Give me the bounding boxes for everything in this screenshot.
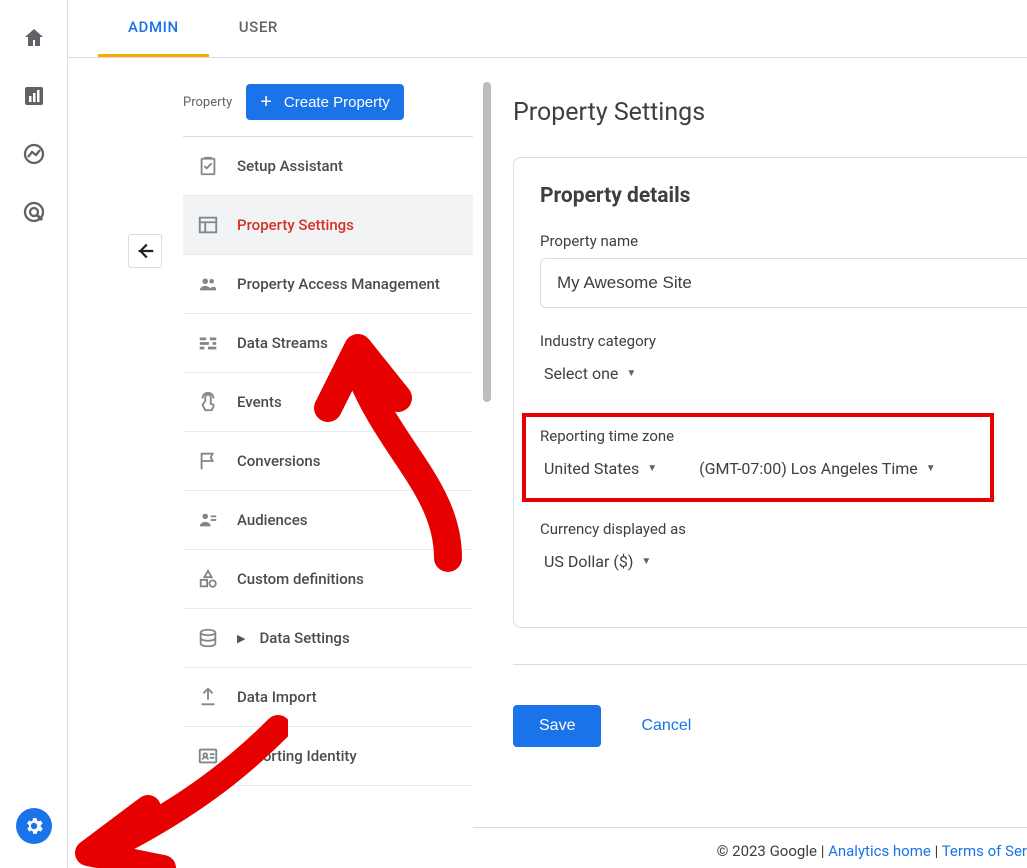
- create-property-label: Create Property: [284, 94, 390, 111]
- back-button[interactable]: [128, 234, 162, 268]
- save-button[interactable]: Save: [513, 705, 601, 747]
- sidebar-item-property-settings[interactable]: Property Settings: [183, 196, 473, 255]
- create-property-button[interactable]: + Create Property: [246, 84, 404, 120]
- chevron-right-icon: ▶: [237, 632, 245, 645]
- sidebar-item-label: Data Settings: [259, 629, 349, 647]
- explore-icon[interactable]: [22, 142, 46, 166]
- shapes-icon: [197, 568, 219, 590]
- id-card-icon: [197, 745, 219, 767]
- sidebar-item-label: Property Access Management: [237, 275, 440, 293]
- nav-rail: [0, 0, 68, 868]
- caret-down-icon: ▼: [926, 463, 936, 474]
- tab-user[interactable]: USER: [209, 0, 308, 57]
- footer-home-link[interactable]: Analytics home: [828, 842, 931, 860]
- sidebar-item-label: Custom definitions: [237, 570, 364, 588]
- footer-copyright: © 2023 Google: [717, 842, 817, 860]
- plus-icon: +: [260, 92, 272, 112]
- database-icon: [197, 627, 219, 649]
- audiences-icon: [197, 509, 219, 531]
- layout-icon: [197, 214, 219, 236]
- timezone-value: (GMT-07:00) Los Angeles Time: [699, 459, 918, 478]
- sidebar-item-events[interactable]: Events: [183, 373, 473, 432]
- sidebar-item-conversions[interactable]: Conversions: [183, 432, 473, 491]
- property-details-card: Property details Property name Industry …: [513, 157, 1027, 628]
- caret-down-icon: ▼: [641, 556, 651, 567]
- sidebar-item-data-streams[interactable]: Data Streams: [183, 314, 473, 373]
- flag-icon: [197, 450, 219, 472]
- top-tabs: ADMIN USER: [68, 0, 1027, 58]
- currency-select[interactable]: US Dollar ($) ▼: [540, 546, 655, 577]
- stream-icon: [197, 332, 219, 354]
- sidebar-item-reporting-identity[interactable]: Reporting Identity: [183, 727, 473, 786]
- upload-icon: [197, 686, 219, 708]
- tap-icon: [197, 391, 219, 413]
- property-name-label: Property name: [540, 232, 1027, 250]
- sidebar-item-setup-assistant[interactable]: Setup Assistant: [183, 137, 473, 196]
- home-icon[interactable]: [22, 26, 46, 50]
- timezone-label: Reporting time zone: [540, 427, 976, 445]
- sidebar-item-label: Data Streams: [237, 334, 328, 352]
- industry-value: Select one: [544, 364, 618, 383]
- property-name-input[interactable]: [540, 258, 1027, 308]
- tab-admin[interactable]: ADMIN: [98, 0, 209, 57]
- sidebar-item-data-settings[interactable]: ▶ Data Settings: [183, 609, 473, 668]
- sidebar-item-label: Property Settings: [237, 216, 354, 234]
- sidebar-item-audiences[interactable]: Audiences: [183, 491, 473, 550]
- caret-down-icon: ▼: [647, 463, 657, 474]
- sidebar-item-data-import[interactable]: Data Import: [183, 668, 473, 727]
- sidebar-item-label: Audiences: [237, 511, 307, 529]
- advertising-icon[interactable]: [22, 200, 46, 224]
- people-icon: [197, 273, 219, 295]
- clipboard-check-icon: [197, 155, 219, 177]
- footer-terms-link[interactable]: Terms of Ser: [942, 842, 1027, 860]
- property-header-label: Property: [183, 95, 232, 110]
- sidebar-item-label: Setup Assistant: [237, 157, 343, 175]
- currency-label: Currency displayed as: [540, 520, 1027, 538]
- sidebar-item-label: Data Import: [237, 688, 317, 706]
- cancel-button[interactable]: Cancel: [641, 717, 691, 735]
- sidebar-item-label: Conversions: [237, 452, 320, 470]
- timezone-select[interactable]: (GMT-07:00) Los Angeles Time ▼: [695, 453, 940, 484]
- caret-down-icon: ▼: [626, 368, 636, 379]
- sidebar-item-access-management[interactable]: Property Access Management: [183, 255, 473, 314]
- main-content: Property Settings Property details Prope…: [473, 58, 1027, 868]
- timezone-country-value: United States: [544, 459, 639, 478]
- sidebar-item-label: Events: [237, 393, 282, 411]
- sidebar-item-label: Reporting Identity: [237, 747, 357, 765]
- currency-value: US Dollar ($): [544, 552, 633, 571]
- property-sidebar: Property + Create Property Setup Assista…: [183, 58, 473, 868]
- reports-icon[interactable]: [22, 84, 46, 108]
- footer: © 2023 Google | Analytics home | Terms o…: [473, 827, 1027, 860]
- timezone-country-select[interactable]: United States ▼: [540, 453, 661, 484]
- timezone-highlight: Reporting time zone United States ▼ (GMT…: [522, 413, 994, 502]
- page-title: Property Settings: [513, 98, 1027, 127]
- card-title: Property details: [540, 184, 1027, 208]
- industry-select[interactable]: Select one ▼: [540, 358, 640, 389]
- admin-gear-button[interactable]: [16, 808, 52, 844]
- sidebar-item-custom-definitions[interactable]: Custom definitions: [183, 550, 473, 609]
- industry-label: Industry category: [540, 332, 1027, 350]
